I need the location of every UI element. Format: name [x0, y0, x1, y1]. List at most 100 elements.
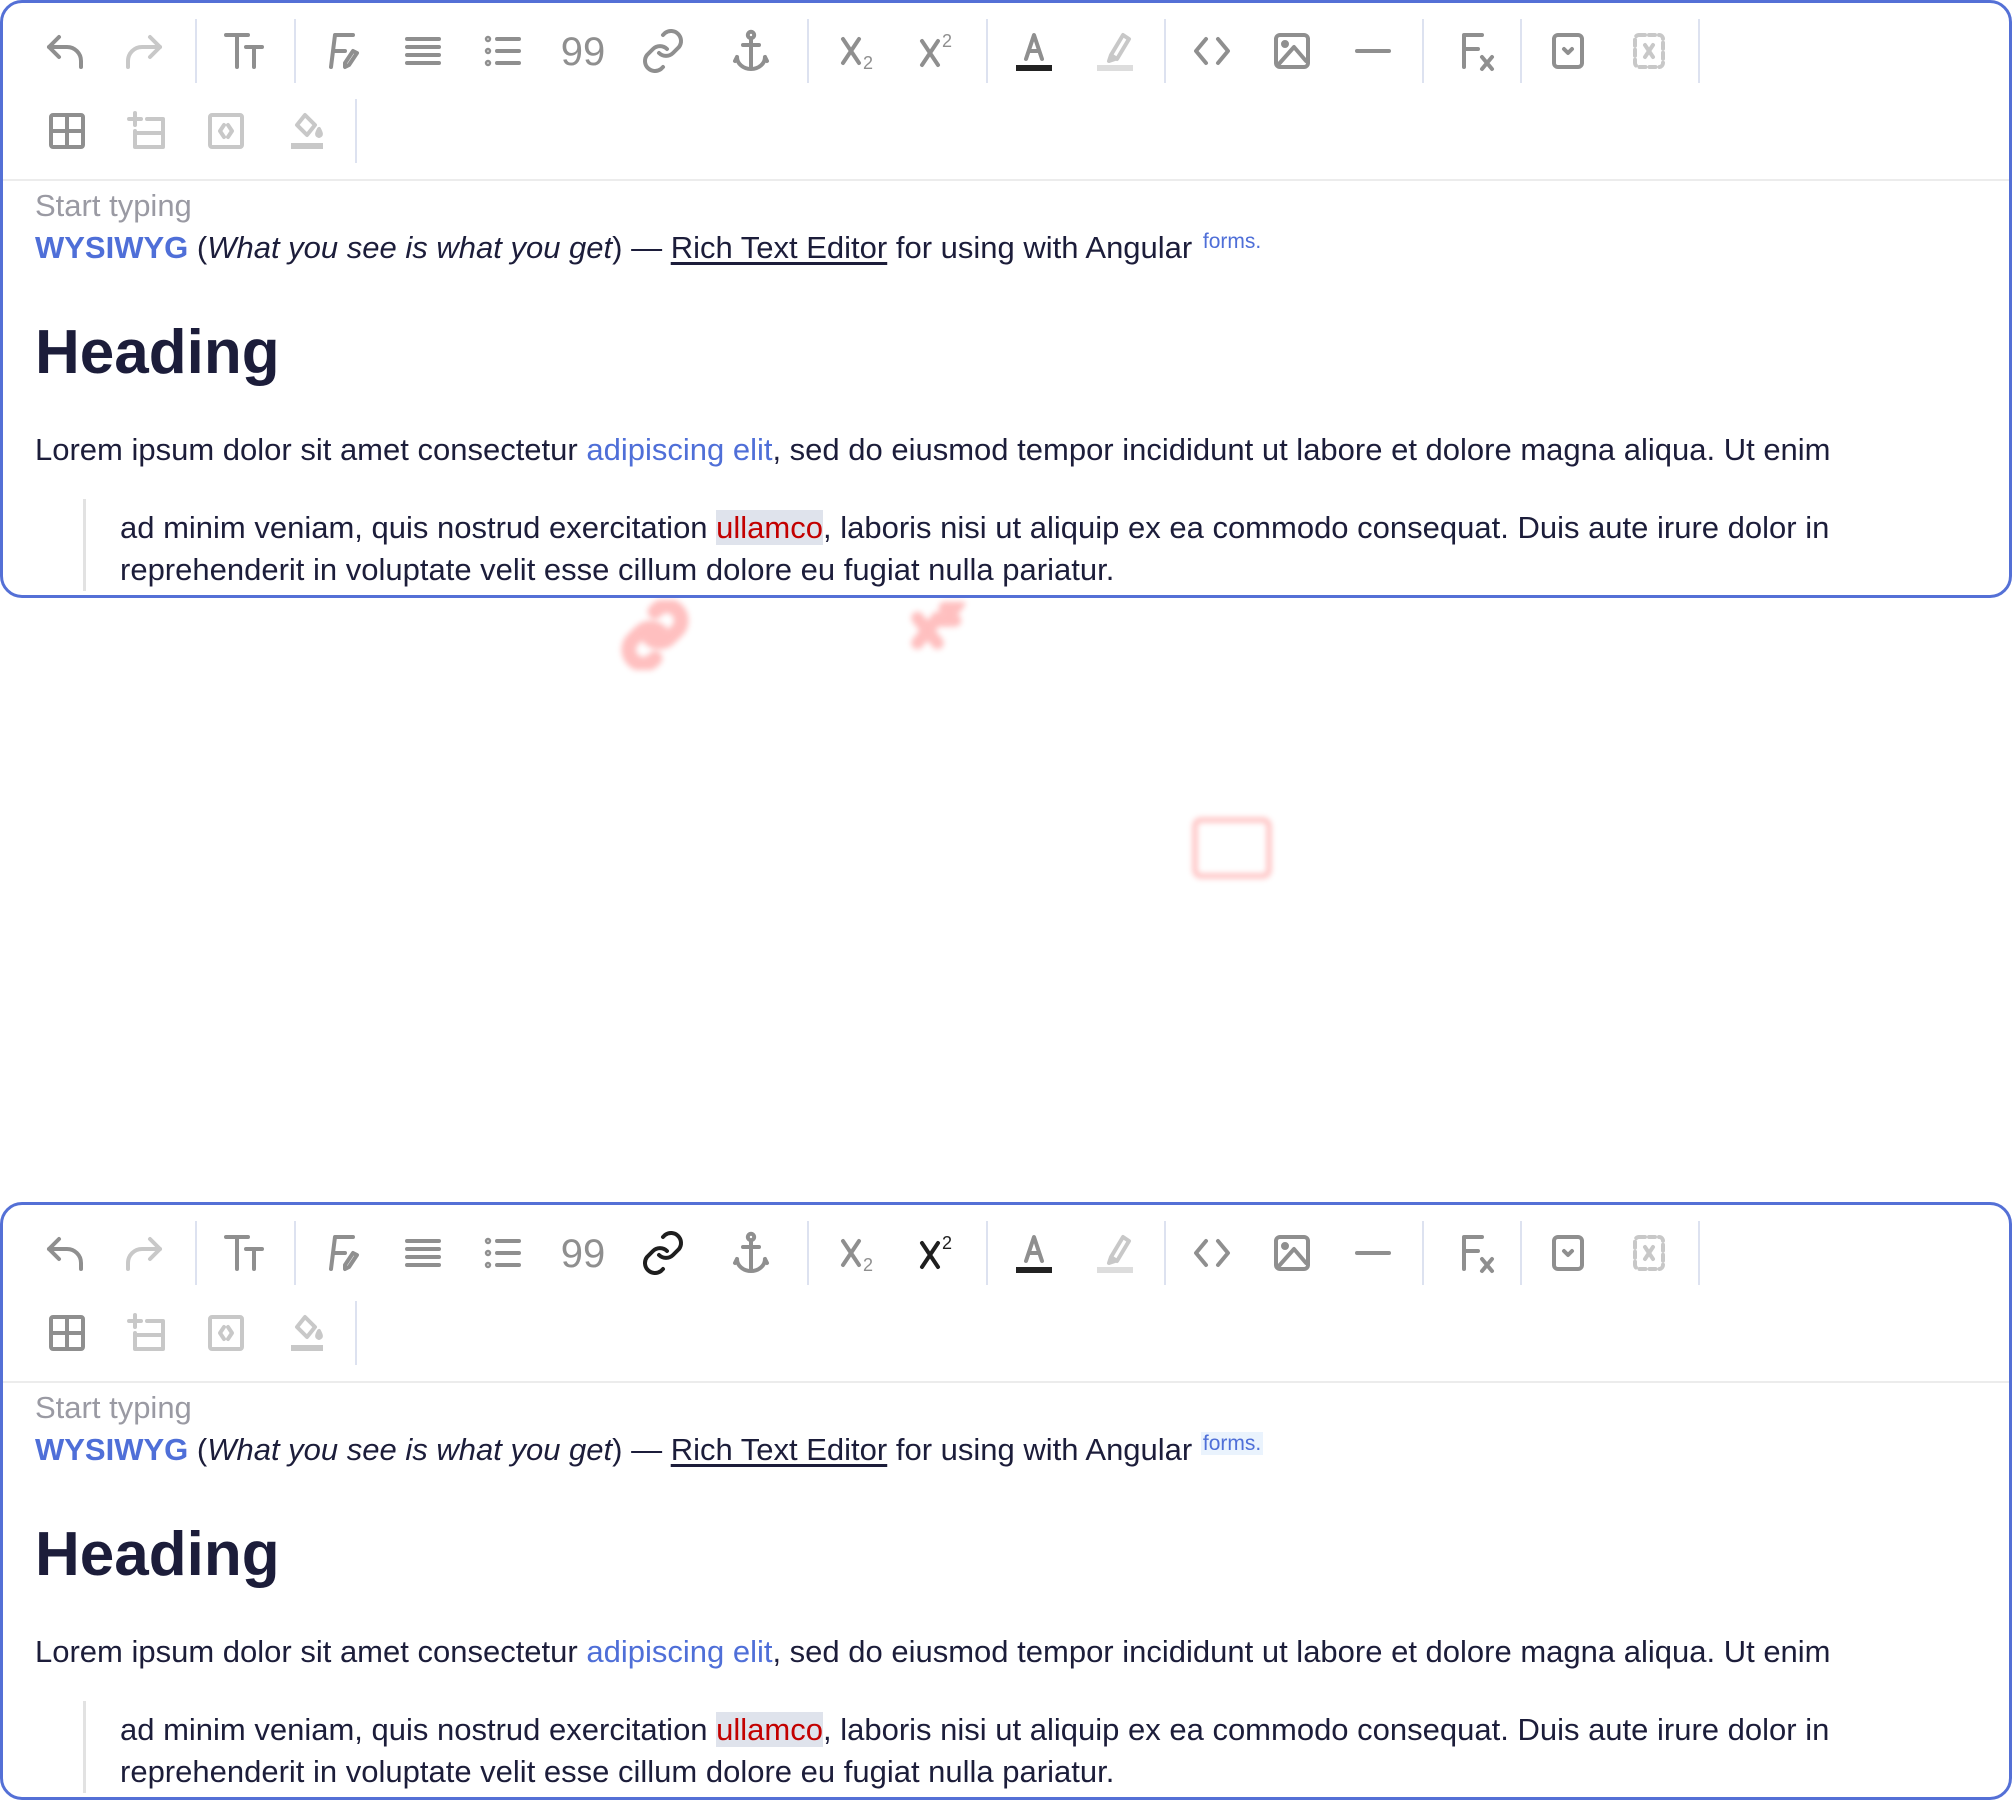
blockquote-button[interactable]: 99 — [557, 25, 609, 77]
table-icon — [49, 1315, 85, 1351]
font-style-button[interactable] — [317, 1227, 369, 1279]
horizontal-rule-button[interactable] — [1347, 25, 1399, 77]
highlight-button[interactable] — [1089, 25, 1141, 77]
remove-icon — [1633, 33, 1665, 69]
embed-icon — [208, 113, 244, 149]
icon-glyph-text: 2 — [942, 31, 952, 51]
list-button[interactable] — [477, 1227, 529, 1279]
fill-color-button[interactable] — [281, 105, 333, 157]
list-button[interactable] — [477, 25, 529, 77]
highlighted-text: ullamco — [716, 510, 823, 545]
remove-button[interactable] — [1623, 25, 1675, 77]
intro-line: WYSIWYG (What you see is what you get) —… — [35, 227, 1989, 269]
blockquote: ad minim veniam, quis nostrud exercitati… — [83, 1701, 1989, 1793]
superscript-button[interactable]: 2 — [912, 25, 964, 77]
paragraph-link[interactable]: adipiscing elit — [586, 1634, 772, 1669]
text: for using with Angular — [887, 230, 1201, 265]
text-size-icon — [224, 33, 264, 69]
rich-text-editor-bottom: 99 2 2 Start typing WYSIWYG (What you see … — [0, 1202, 2012, 1800]
fill-color-button[interactable] — [281, 1307, 333, 1359]
redo-button[interactable] — [118, 25, 170, 77]
remove-button[interactable] — [1623, 1227, 1675, 1279]
image-button[interactable] — [1266, 1227, 1318, 1279]
table-button[interactable] — [41, 1307, 93, 1359]
superscript-icon: 2 — [920, 1233, 952, 1269]
anchor-icon — [733, 29, 769, 71]
undo-button[interactable] — [39, 25, 91, 77]
blockquote: ad minim veniam, quis nostrud exercitati… — [83, 499, 1989, 591]
select-button[interactable] — [1542, 25, 1594, 77]
text-size-icon — [224, 1235, 264, 1271]
toolbar-divider — [807, 1221, 809, 1285]
align-icon — [405, 1239, 441, 1267]
code-icon — [1194, 37, 1230, 65]
subscript-button[interactable]: 2 — [833, 25, 885, 77]
insert-row-icon — [127, 111, 165, 149]
fill-color-icon — [291, 1315, 323, 1351]
insert-row-button[interactable] — [121, 1307, 173, 1359]
table-button[interactable] — [41, 105, 93, 157]
align-button[interactable] — [397, 25, 449, 77]
font-style-icon — [329, 1235, 359, 1271]
text-size-button[interactable] — [218, 1227, 270, 1279]
insert-row-button[interactable] — [121, 105, 173, 157]
clear-format-icon — [1462, 33, 1494, 71]
embed-html-button[interactable] — [200, 105, 252, 157]
redo-button[interactable] — [118, 1227, 170, 1279]
link-button[interactable] — [637, 1227, 689, 1279]
list-icon — [484, 35, 521, 67]
link-icon — [643, 29, 683, 73]
subscript-icon: 2 — [841, 1239, 873, 1275]
text: ad minim veniam, quis nostrud exercitati… — [120, 1712, 717, 1747]
toolbar-divider — [195, 19, 197, 83]
code-button[interactable] — [1186, 1227, 1238, 1279]
toolbar-divider — [1520, 1221, 1522, 1285]
underlined-text: Rich Text Editor — [670, 1432, 888, 1467]
text: , sed do eiusmod tempor incididunt ut la… — [772, 432, 1831, 467]
embed-icon — [208, 1315, 244, 1351]
code-button[interactable] — [1186, 25, 1238, 77]
clear-format-button[interactable] — [1450, 1227, 1502, 1279]
icon-glyph-text: 2 — [863, 1255, 873, 1275]
text-color-button[interactable] — [1008, 1227, 1060, 1279]
icon-glyph-text: 2 — [942, 1233, 952, 1253]
clear-format-button[interactable] — [1450, 25, 1502, 77]
redo-icon — [126, 1237, 162, 1271]
placeholder-text: Start typing — [35, 1390, 192, 1425]
code-icon — [1194, 1239, 1230, 1267]
paragraph-link[interactable]: adipiscing elit — [586, 432, 772, 467]
anchor-button[interactable] — [725, 25, 777, 77]
align-button[interactable] — [397, 1227, 449, 1279]
undo-button[interactable] — [39, 1227, 91, 1279]
superscript-button[interactable]: 2 — [912, 1227, 964, 1279]
toolbar-divider — [986, 19, 988, 83]
editor-content[interactable]: Start typing WYSIWYG (What you see is wh… — [35, 1387, 1989, 1793]
subscript-button[interactable]: 2 — [833, 1227, 885, 1279]
select-toggle-icon — [1552, 33, 1584, 69]
select-button[interactable] — [1542, 1227, 1594, 1279]
redo-icon — [126, 35, 162, 69]
editor-content[interactable]: Start typing WYSIWYG (What you see is wh… — [35, 185, 1989, 591]
image-button[interactable] — [1266, 25, 1318, 77]
editor-toolbar: 99 2 2 — [3, 3, 2009, 181]
horizontal-rule-button[interactable] — [1347, 1227, 1399, 1279]
font-style-button[interactable] — [317, 25, 369, 77]
hr-icon — [1355, 1251, 1391, 1255]
paragraph: Lorem ipsum dolor sit amet consectetur a… — [35, 1631, 1989, 1673]
text: , sed do eiusmod tempor incididunt ut la… — [772, 1634, 1831, 1669]
bold-text: WYSIWYG — [35, 230, 189, 265]
text-color-button[interactable] — [1008, 25, 1060, 77]
highlight-button[interactable] — [1089, 1227, 1141, 1279]
drag-ghost-superscript-icon — [905, 598, 969, 663]
blockquote-button[interactable]: 99 — [557, 1227, 609, 1279]
text-color-icon — [1016, 1235, 1052, 1273]
text-size-button[interactable] — [218, 25, 270, 77]
undo-icon — [47, 35, 83, 69]
anchor-button[interactable] — [725, 1227, 777, 1279]
quote-icon: 99 — [561, 30, 606, 74]
table-icon — [49, 113, 85, 149]
quote-icon: 99 — [561, 1232, 606, 1276]
embed-html-button[interactable] — [200, 1307, 252, 1359]
highlight-icon — [1097, 1235, 1133, 1273]
link-button[interactable] — [637, 25, 689, 77]
